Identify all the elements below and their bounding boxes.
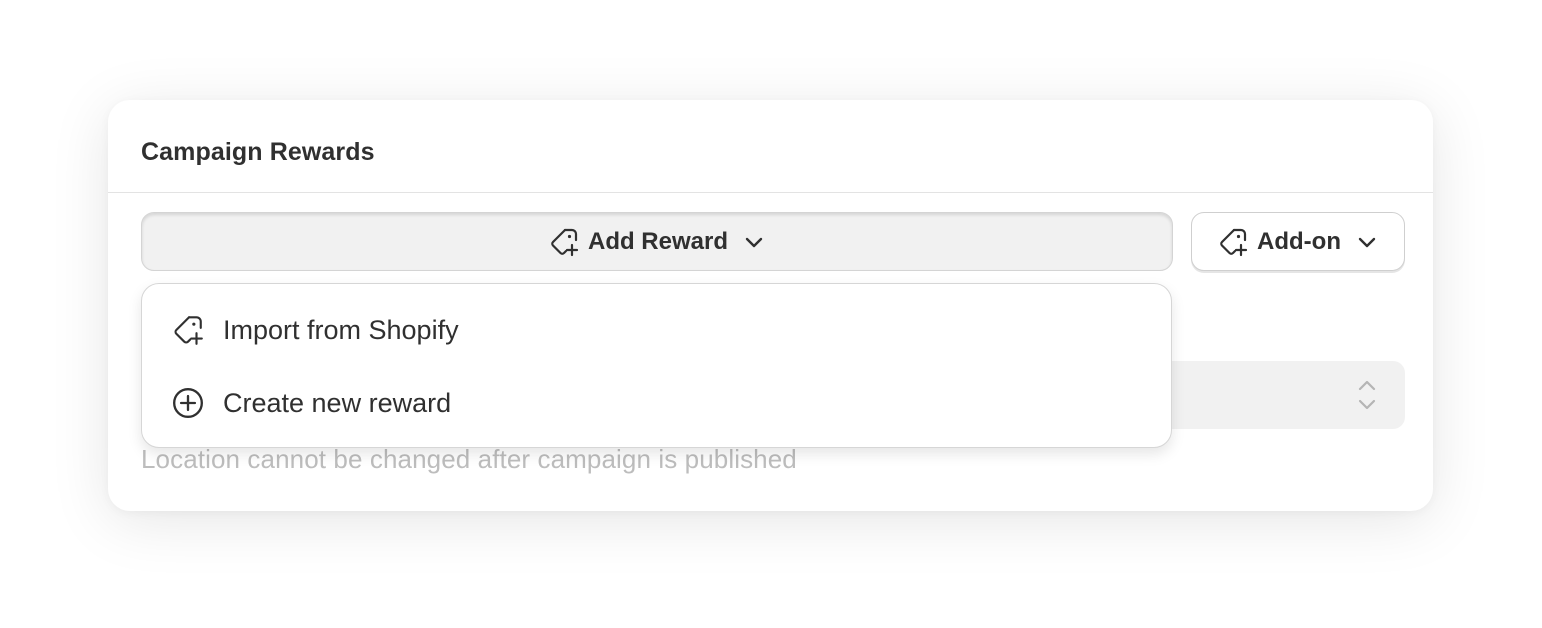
- chevron-down-icon: [1355, 230, 1379, 254]
- menu-item-label: Create new reward: [223, 387, 452, 418]
- menu-item-create-new-reward[interactable]: Create new reward: [142, 375, 1171, 431]
- location-select[interactable]: [1148, 361, 1405, 429]
- chevron-down-icon: [742, 230, 766, 254]
- location-help-text: Location cannot be changed after campaig…: [141, 444, 797, 474]
- menu-item-label: Import from Shopify: [223, 314, 459, 345]
- add-reward-dropdown-menu: Import from Shopify Create new reward: [141, 283, 1172, 448]
- circle-plus-icon: [171, 386, 205, 420]
- tag-plus-icon: [171, 313, 205, 347]
- add-reward-label: Add Reward: [587, 227, 728, 255]
- card-title: Campaign Rewards: [141, 138, 375, 166]
- menu-item-import-from-shopify[interactable]: Import from Shopify: [142, 302, 1171, 358]
- tag-plus-icon: [548, 226, 580, 258]
- select-updown-icon: [1355, 378, 1379, 412]
- card-divider: [108, 192, 1433, 193]
- tag-plus-icon: [1217, 226, 1249, 258]
- add-on-button[interactable]: Add-on: [1191, 212, 1405, 271]
- add-reward-button[interactable]: Add Reward: [141, 212, 1173, 271]
- add-on-label: Add-on: [1257, 227, 1341, 255]
